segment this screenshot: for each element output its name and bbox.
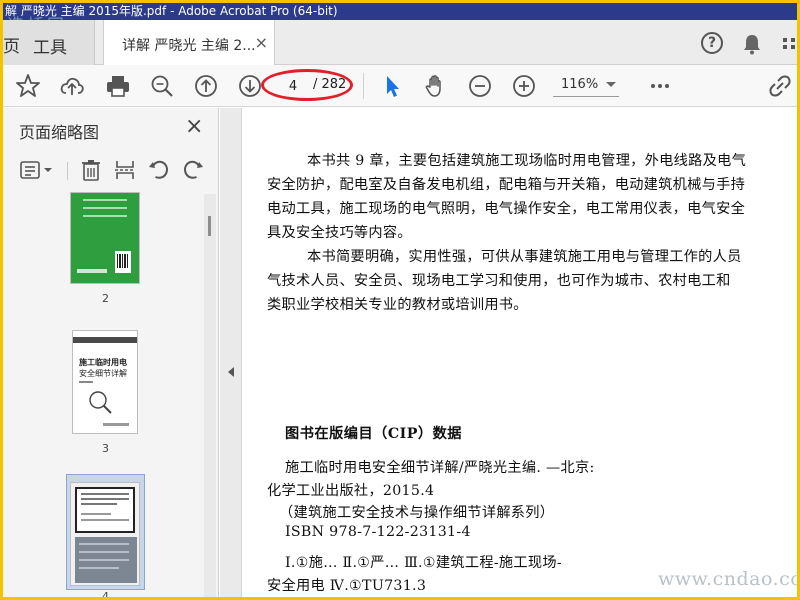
thumbnail-label: 4	[102, 590, 109, 597]
panel-title: 页面缩略图	[19, 123, 100, 142]
thumbnail-text-line	[79, 381, 93, 383]
thumbnail-shaded-area	[75, 537, 137, 583]
tab-tools-label: 工具	[33, 38, 67, 58]
zoom-in-icon[interactable]	[511, 73, 537, 99]
paragraph-2-line-3: 类职业学校相关专业的教材或培训用书。	[267, 297, 528, 313]
help-icon[interactable]: ?	[701, 32, 723, 54]
zoom-level-select[interactable]: 116%	[553, 75, 619, 97]
print-icon[interactable]	[105, 73, 131, 99]
upload-cloud-icon[interactable]	[59, 73, 85, 99]
window-title: 解 严晓光 主编 2015年版.pdf - Adobe Acrobat Pro …	[3, 3, 797, 20]
thumbnail-label: 2	[102, 292, 109, 305]
zoom-search-icon[interactable]	[149, 73, 175, 99]
previous-page-icon[interactable]	[193, 73, 219, 99]
panel-toolbar-divider	[67, 162, 68, 180]
zoom-level-value: 116%	[561, 77, 599, 92]
cip-heading: 图书在版编目（CIP）数据	[285, 426, 462, 442]
cip-line-5: Ⅰ.①施… Ⅱ.①严… Ⅲ.①建筑工程-施工现场-	[285, 555, 562, 571]
thumbnail-label: 3	[102, 442, 109, 455]
cip-line-2: 化学工业出版社，2015.4	[267, 483, 435, 499]
thumbnail-cover-title: 施工临时用电	[79, 358, 127, 367]
tab-home-edge[interactable]: 页	[3, 32, 20, 57]
cip-line-1: 施工临时用电安全细节详解/严晓光主编. —北京:	[285, 460, 595, 476]
paragraph-2-line-2: 气技术人员、安全员、现场电工学习和使用，也可作为城市、农村电工和	[267, 273, 731, 289]
more-options-icon[interactable]	[647, 73, 673, 99]
hand-tool-icon[interactable]	[423, 73, 449, 99]
magnifier-illustration-icon	[87, 389, 117, 419]
annotation-red-oval	[261, 69, 353, 101]
insert-page-icon[interactable]	[113, 158, 137, 182]
tab-close-icon[interactable]: ×	[255, 33, 268, 52]
thumbnail-page-2[interactable]	[70, 192, 140, 284]
tab-document[interactable]: 详解 严晓光 主编 2... ×	[103, 20, 275, 65]
rotate-left-icon[interactable]	[147, 158, 171, 182]
select-cursor-icon[interactable]	[379, 73, 405, 99]
panel-toolbar	[3, 152, 219, 188]
publisher-logo	[77, 269, 107, 273]
toolbar-divider	[363, 73, 364, 99]
main-toolbar: / 282 116%	[3, 65, 797, 107]
watermark-url-bottom: www.cndao.com	[658, 568, 797, 590]
barcode-icon	[115, 251, 131, 273]
thumbnail-page-3[interactable]: 施工临时用电 安全细节详解	[72, 330, 138, 434]
chevron-down-icon[interactable]	[606, 82, 616, 87]
cip-line-4: ISBN 978-7-122-23131-4	[285, 524, 471, 540]
panel-close-icon[interactable]: ×	[185, 114, 203, 139]
apps-grid-icon[interactable]	[781, 36, 797, 54]
acrobat-window: 解 严晓光 主编 2015年版.pdf - Adobe Acrobat Pro …	[3, 3, 797, 597]
delete-trash-icon[interactable]	[79, 158, 103, 182]
scrollbar-thumb[interactable]	[208, 216, 211, 236]
thumbnail-options-icon[interactable]	[19, 158, 55, 182]
tab-bar: 页 工具 详解 严晓光 主编 2... × ?	[3, 20, 797, 65]
page-thumbnails-panel: 页面缩略图 × 2 施工临时用电 安全细节详解 3 4	[3, 108, 219, 597]
next-page-icon[interactable]	[237, 73, 263, 99]
tab-document-label: 详解 严晓光 主编 2...	[122, 38, 256, 54]
thumbnail-frame	[75, 487, 135, 533]
cip-line-3: （建筑施工安全技术与操作细节详解系列）	[279, 505, 555, 521]
tab-tools[interactable]: 页 工具	[3, 20, 95, 65]
cip-line-6: 安全用电 Ⅳ.①TU731.3	[267, 578, 427, 594]
publisher-logo	[103, 423, 129, 426]
thumbnail-scrollbar[interactable]	[204, 194, 216, 597]
thumbnail-text-line	[83, 199, 127, 201]
paragraph-1-line-1: 本书共 9 章，主要包括建筑施工现场临时用电管理，外电线路及电气	[307, 153, 747, 169]
thumbnail-page-4[interactable]	[70, 482, 140, 586]
paragraph-2-line-1: 本书简要明确，实用性强，可供从事建筑施工用电与管理工作的人员	[307, 249, 742, 265]
zoom-out-icon[interactable]	[467, 73, 493, 99]
paragraph-1-line-2: 安全防护，配电室及自备发电机组，配电箱与开关箱，电动建筑机械与手持	[267, 177, 746, 193]
thumbnail-cover-subtitle: 安全细节详解	[79, 369, 127, 378]
paragraph-1-line-4: 具及安全技巧等内容。	[267, 225, 412, 241]
rotate-right-icon[interactable]	[181, 158, 205, 182]
paragraph-1-line-3: 电动工具，施工现场的电气照明，电气操作安全，电工常用仪表，电气安全	[267, 201, 746, 217]
thumbnail-header-band	[73, 337, 137, 343]
bookmark-star-icon[interactable]	[15, 73, 41, 99]
document-page: 本书共 9 章，主要包括建筑施工现场临时用电管理，外电线路及电气 安全防护，配电…	[243, 108, 797, 597]
share-link-icon[interactable]	[767, 73, 793, 99]
thumbnail-list: 2 施工临时用电 安全细节详解 3 4	[3, 192, 219, 597]
thumbnail-text-line	[83, 215, 127, 217]
panel-splitter[interactable]	[220, 108, 242, 597]
collapse-panel-arrow-icon[interactable]	[228, 367, 234, 377]
thumbnail-text-line	[83, 207, 127, 209]
bell-icon[interactable]	[741, 33, 763, 55]
